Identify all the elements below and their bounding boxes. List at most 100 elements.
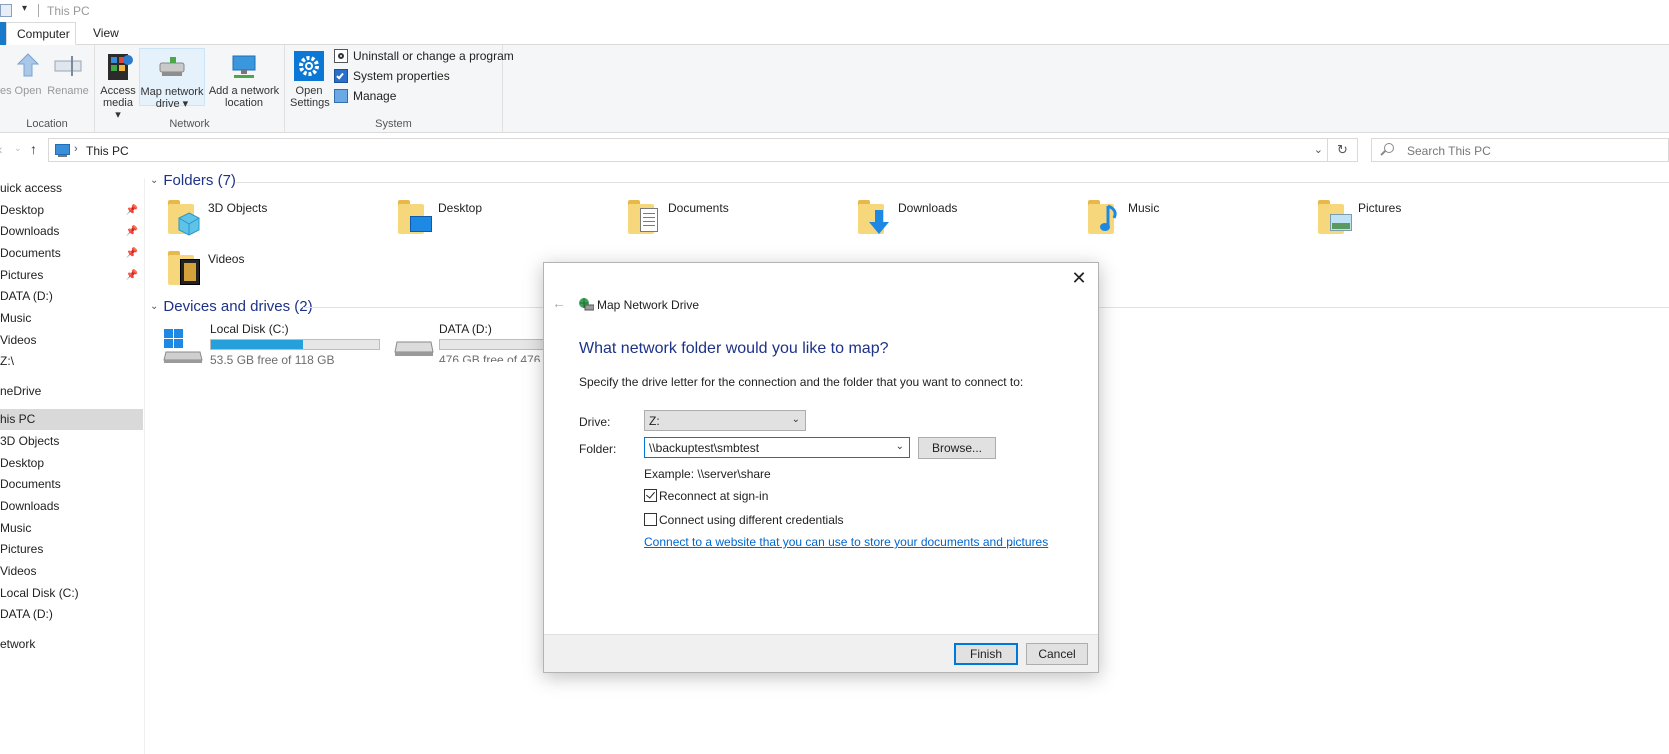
sidebar-item-data-d[interactable]: DATA (D:)	[0, 286, 143, 307]
search-input[interactable]: Search This PC	[1371, 138, 1669, 162]
open-settings-button[interactable]: Open Settings	[290, 48, 330, 109]
sidebar-item-videos-pc[interactable]: Videos	[0, 561, 143, 582]
folder-downloads[interactable]: Downloads	[840, 198, 1060, 242]
chevron-down-icon[interactable]: ⌄	[1314, 143, 1323, 156]
title-bar: ▾ This PC	[0, 0, 1669, 22]
open-button[interactable]: Open	[12, 48, 44, 97]
cancel-button[interactable]: Cancel	[1026, 643, 1088, 665]
system-properties-button[interactable]: System properties	[334, 66, 499, 86]
folder-music[interactable]: Music	[1070, 198, 1290, 242]
drive-usage-bar	[210, 339, 380, 350]
access-media-button[interactable]: Access media ▾	[99, 48, 137, 121]
drive-usage-bar	[439, 339, 543, 350]
sidebar-item-network[interactable]: etwork	[0, 634, 143, 655]
desktop-folder-icon	[398, 198, 432, 236]
pin-icon: 📌	[125, 248, 138, 259]
reconnect-checkbox[interactable]	[644, 489, 657, 502]
manage-button[interactable]: Manage	[334, 86, 499, 106]
drive-select[interactable]: Z: ⌄	[644, 410, 806, 431]
sidebar-item-downloads-pc[interactable]: Downloads	[0, 496, 143, 517]
up-arrow-icon[interactable]: ↑	[30, 141, 37, 157]
pin-icon: 📌	[125, 205, 138, 216]
folder-3d-objects[interactable]: 3D Objects	[150, 198, 370, 242]
sidebar-item-documents[interactable]: Documents 📌	[0, 243, 143, 264]
dialog-heading: What network folder would you like to ma…	[579, 340, 889, 357]
different-credentials-checkbox[interactable]	[644, 513, 657, 526]
close-icon[interactable]: ✕	[1068, 267, 1090, 289]
sidebar-item-local-disk-c[interactable]: Local Disk (C:)	[0, 583, 143, 604]
sidebar-item-this-pc[interactable]: his PC	[0, 409, 143, 430]
folder-input[interactable]: \\backuptest\smbtest ⌄	[644, 437, 910, 458]
sidebar-item-documents-pc[interactable]: Documents	[0, 474, 143, 495]
ribbon-group-location: es Open Rename Location	[0, 45, 95, 133]
folders-section-header[interactable]: ⌄ Folders (7)	[150, 172, 236, 189]
documents-folder-icon	[628, 198, 660, 236]
breadcrumb[interactable]: This PC	[86, 144, 129, 158]
manage-icon	[334, 89, 348, 103]
sidebar-item-music-pc[interactable]: Music	[0, 518, 143, 539]
3d-objects-icon	[168, 198, 200, 236]
sidebar-item-3d-objects[interactable]: 3D Objects	[0, 431, 143, 452]
sidebar-item-downloads[interactable]: Downloads 📌	[0, 221, 143, 242]
sidebar-item-onedrive[interactable]: neDrive	[0, 381, 143, 402]
recent-locations-icon[interactable]: ⌄	[14, 143, 22, 154]
sidebar-item-pictures-pc[interactable]: Pictures	[0, 539, 143, 560]
hard-drive-icon	[394, 341, 434, 356]
drive-local-disk-c[interactable]: Local Disk (C:) 53.5 GB free of 118 GB	[162, 322, 392, 367]
refresh-icon[interactable]: ↻	[1327, 139, 1357, 161]
tab-computer[interactable]: Computer	[6, 22, 76, 45]
add-network-location-icon	[228, 50, 260, 82]
network-drive-icon	[579, 298, 594, 311]
chevron-down-icon[interactable]: ⌄	[896, 441, 904, 452]
collapse-chevron-icon[interactable]: ⌄	[150, 175, 158, 186]
browse-button[interactable]: Browse...	[918, 437, 996, 459]
folder-desktop[interactable]: Desktop	[380, 198, 600, 242]
dialog-title: Map Network Drive	[597, 298, 700, 312]
search-icon	[1384, 143, 1394, 153]
add-network-location-button[interactable]: Add a network location	[206, 48, 282, 109]
quick-access-properties-icon[interactable]	[0, 4, 12, 17]
sidebar-item-music[interactable]: Music	[0, 308, 143, 329]
finish-button[interactable]: Finish	[954, 643, 1018, 665]
music-folder-icon	[1088, 198, 1120, 236]
store-documents-link[interactable]: Connect to a website that you can use to…	[644, 535, 1048, 549]
folder-videos[interactable]: Videos	[150, 249, 370, 293]
properties-button[interactable]: es	[0, 48, 12, 97]
folder-example: Example: \\server\share	[644, 467, 771, 481]
uninstall-program-button[interactable]: Uninstall or change a program	[334, 46, 514, 66]
sidebar-item-desktop[interactable]: Desktop 📌	[0, 200, 143, 221]
reconnect-label[interactable]: Reconnect at sign-in	[659, 489, 768, 503]
tab-view[interactable]: View	[83, 22, 129, 45]
system-properties-icon	[334, 69, 348, 83]
collapse-chevron-icon[interactable]: ⌄	[150, 301, 158, 312]
sidebar-item-pictures[interactable]: Pictures 📌	[0, 265, 143, 286]
navigation-pane: uick access Desktop 📌 Downloads 📌 Document…	[0, 178, 145, 754]
sidebar-item-data-d-pc[interactable]: DATA (D:)	[0, 604, 143, 625]
drive-data-d[interactable]: DATA (D:) 476 GB free of 476 GB	[391, 322, 543, 362]
dialog-footer: Finish Cancel	[544, 634, 1098, 672]
title-separator	[38, 4, 39, 17]
system-group-label: System	[375, 118, 412, 130]
gear-icon	[293, 50, 325, 82]
sidebar-item-desktop-pc[interactable]: Desktop	[0, 453, 143, 474]
different-credentials-label[interactable]: Connect using different credentials	[659, 513, 844, 527]
sidebar-item-videos[interactable]: Videos	[0, 330, 143, 351]
sidebar-item-z-drive[interactable]: Z:\	[0, 351, 143, 372]
folder-pictures[interactable]: Pictures	[1300, 198, 1520, 242]
rename-button[interactable]: Rename	[47, 48, 89, 97]
back-arrow-icon[interactable]: ←	[552, 295, 566, 311]
address-bar[interactable]: › This PC ⌄ ↻	[48, 138, 1358, 162]
quick-access-dropdown-icon[interactable]: ▾	[22, 3, 27, 14]
map-network-drive-dialog: ✕ ← Map Network Drive What network folde…	[543, 262, 1099, 673]
checkmark-icon	[646, 489, 655, 499]
folder-documents[interactable]: Documents	[610, 198, 830, 242]
sidebar-item-quick-access[interactable]: uick access	[0, 178, 143, 199]
address-row: ‹ ⌄ ↑ › This PC ⌄ ↻ Search This PC	[0, 133, 1669, 167]
back-icon[interactable]: ‹	[0, 141, 3, 157]
ribbon-group-system: Open Settings Uninstall or change a prog…	[285, 45, 514, 133]
map-network-drive-button[interactable]: Map network drive ▾	[139, 48, 205, 110]
rename-icon	[52, 50, 84, 82]
breadcrumb-chevron-icon[interactable]: ›	[74, 143, 78, 155]
windows-drive-icon	[163, 329, 203, 363]
drives-section-header[interactable]: ⌄ Devices and drives (2)	[150, 298, 313, 315]
